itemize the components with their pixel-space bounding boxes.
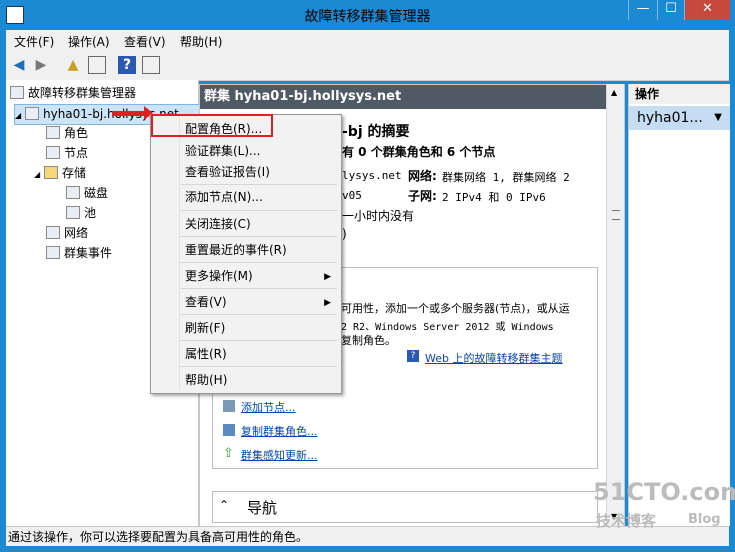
copy-cluster-roles-link[interactable]: 复制群集角色... (241, 423, 318, 439)
menu-file[interactable]: 文件(F) (14, 33, 54, 50)
show-hide-action-pane-icon[interactable] (142, 56, 160, 74)
navigation-section: ⌃ 导航 (212, 491, 598, 523)
menu-item-close-connection[interactable]: 关闭连接(C) (185, 214, 251, 234)
cluster-aware-update-icon: ⇧ (223, 446, 234, 461)
roles-icon (46, 126, 60, 139)
configure-text-1: 可用性，添加一个或多个服务器(节点)，或从运 (341, 302, 570, 315)
menu-item-view-validation-report[interactable]: 查看验证报告(I) (185, 162, 270, 182)
tree-item-nodes[interactable]: 节点 (46, 144, 88, 163)
add-node-icon (223, 400, 235, 412)
recent-events-text: 一小时内没有 (342, 209, 415, 223)
toolbar: ◀ ▶ ▲ ? (6, 50, 729, 81)
nodes-icon (46, 146, 60, 159)
menu-item-help[interactable]: 帮助(H) (185, 370, 227, 390)
storage-folder-icon (43, 166, 58, 179)
tree-item-roles[interactable]: 角色 (46, 124, 88, 143)
paren-text: ) (342, 227, 347, 241)
menu-item-validate-cluster[interactable]: 验证群集(L)... (185, 141, 261, 161)
node-name: v05 (342, 189, 362, 202)
window-title: 故障转移群集管理器 (304, 9, 431, 25)
menu-item-add-node[interactable]: 添加节点(N)... (185, 187, 263, 207)
menu-item-reset-recent-events[interactable]: 重置最近的事件(R) (185, 240, 287, 260)
menu-separator (181, 236, 337, 237)
context-menu: 配置角色(R)... 验证群集(L)... 查看验证报告(I) 添加节点(N).… (150, 114, 342, 394)
menu-bar: 文件(F) 操作(A) 查看(V) 帮助(H) (6, 30, 729, 50)
events-icon (46, 246, 60, 259)
maximize-button[interactable]: ☐ (657, 0, 684, 20)
subnet-value: 2 IPv4 和 0 IPv6 (442, 191, 546, 204)
forward-arrow-icon[interactable]: ▶ (32, 56, 50, 74)
navigation-label: 导航 (247, 499, 278, 517)
menu-item-view[interactable]: 查看(V) (185, 292, 335, 312)
copy-role-icon (223, 424, 235, 436)
summary-title: -bj 的摘要 (342, 124, 410, 140)
tree-item-pools[interactable]: 池 (66, 204, 96, 223)
show-hide-tree-icon[interactable] (88, 56, 106, 74)
menu-separator (181, 210, 337, 211)
actions-cluster-item[interactable]: hyha01... ▼ (629, 106, 730, 130)
actions-pane: 操作 hyha01... ▼ (628, 84, 730, 526)
menu-help[interactable]: 帮助(H) (180, 33, 222, 50)
menu-item-more-actions[interactable]: 更多操作(M) (185, 266, 335, 286)
cluster-aware-update-link[interactable]: 群集感知更新... (241, 447, 318, 463)
menu-item-properties[interactable]: 属性(R) (185, 344, 227, 364)
close-button[interactable]: ✕ (684, 0, 730, 20)
menu-separator (181, 366, 337, 367)
menu-item-refresh[interactable]: 刷新(F) (185, 318, 225, 338)
actions-header: 操作 (629, 84, 730, 104)
network-label: 网络: (408, 169, 437, 183)
menu-separator (181, 184, 337, 185)
disks-icon (66, 186, 80, 199)
cluster-icon (24, 107, 39, 120)
subnet-label: 子网: (408, 189, 437, 203)
menu-separator (181, 262, 337, 263)
cluster-domain: lysys.net (342, 169, 402, 182)
configure-text-3: 复制角色。 (341, 334, 396, 347)
annotation-arrow-shaft (112, 111, 148, 116)
summary-subtitle: 有 0 个群集角色和 6 个节点 (342, 145, 496, 159)
network-value: 群集网络 1, 群集网络 2 (442, 171, 570, 184)
cluster-manager-icon (10, 86, 24, 99)
center-header: 群集 hyha01-bj.hollysys.net (200, 85, 608, 109)
scroll-thumb[interactable] (612, 210, 620, 220)
menu-separator (181, 314, 337, 315)
submenu-arrow-icon: ▶ (324, 272, 331, 282)
menu-view[interactable]: 查看(V) (124, 33, 166, 50)
menu-gutter (179, 117, 180, 389)
highlight-box (151, 114, 273, 137)
tree-root[interactable]: 故障转移群集管理器 (10, 84, 136, 103)
tree-item-cluster-events[interactable]: 群集事件 (46, 244, 112, 263)
network-icon (46, 226, 60, 239)
menu-separator (181, 340, 337, 341)
tree-item-disks[interactable]: 磁盘 (66, 184, 108, 203)
add-node-link[interactable]: 添加节点... (241, 399, 296, 415)
web-help-link[interactable]: Web 上的故障转移群集主题 (425, 350, 562, 366)
help-icon[interactable]: ? (118, 56, 136, 74)
dropdown-arrow-icon: ▼ (714, 112, 722, 123)
pool-icon (66, 206, 80, 219)
collapse-chevron-icon[interactable]: ⌃ (219, 498, 229, 512)
menu-separator (181, 288, 337, 289)
menu-action[interactable]: 操作(A) (68, 33, 110, 50)
watermark-logo: 51CTO.com (593, 478, 735, 506)
scroll-up-icon[interactable]: ▲ (611, 88, 617, 97)
submenu-arrow-icon: ▶ (324, 298, 331, 308)
tree-item-networks[interactable]: 网络 (46, 224, 88, 243)
tree-item-storage[interactable]: ◢ 存储 (34, 164, 86, 183)
back-arrow-icon[interactable]: ◀ (10, 56, 28, 74)
watermark-blog: Blog (688, 512, 721, 527)
web-help-icon: ? (407, 350, 419, 362)
configure-text-2: 2 R2、Windows Server 2012 或 Windows (341, 322, 554, 333)
up-folder-icon[interactable]: ▲ (64, 56, 82, 74)
watermark-subtitle: 技术博客 (596, 512, 657, 530)
minimize-button[interactable]: — (628, 0, 657, 20)
center-scrollbar[interactable]: ▲ ▼ (606, 84, 624, 526)
